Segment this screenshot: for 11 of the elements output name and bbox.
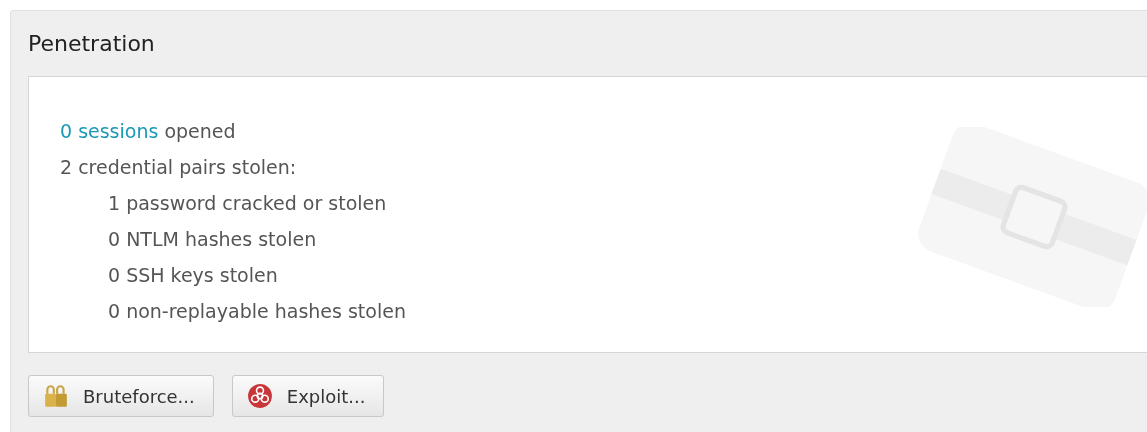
stat-text: 1 password cracked or stolen (107, 191, 388, 216)
action-button[interactable]: Exploit... (231, 375, 385, 417)
stat-text: 0 non-replayable hashes stolen (107, 299, 407, 324)
stat-text: 0 NTLM hashes stolen (107, 227, 318, 252)
lock-icon (43, 383, 69, 409)
stat-text: 2 credential pairs stolen: (60, 155, 298, 180)
biohazard-icon (246, 383, 273, 409)
stat-text: 0 SSH keys stolen (107, 263, 279, 288)
sessions-text: 0 sessions opened (60, 119, 237, 144)
action-button[interactable]: Bruteforce... (28, 375, 214, 417)
panel-title: Penetration (28, 31, 155, 56)
